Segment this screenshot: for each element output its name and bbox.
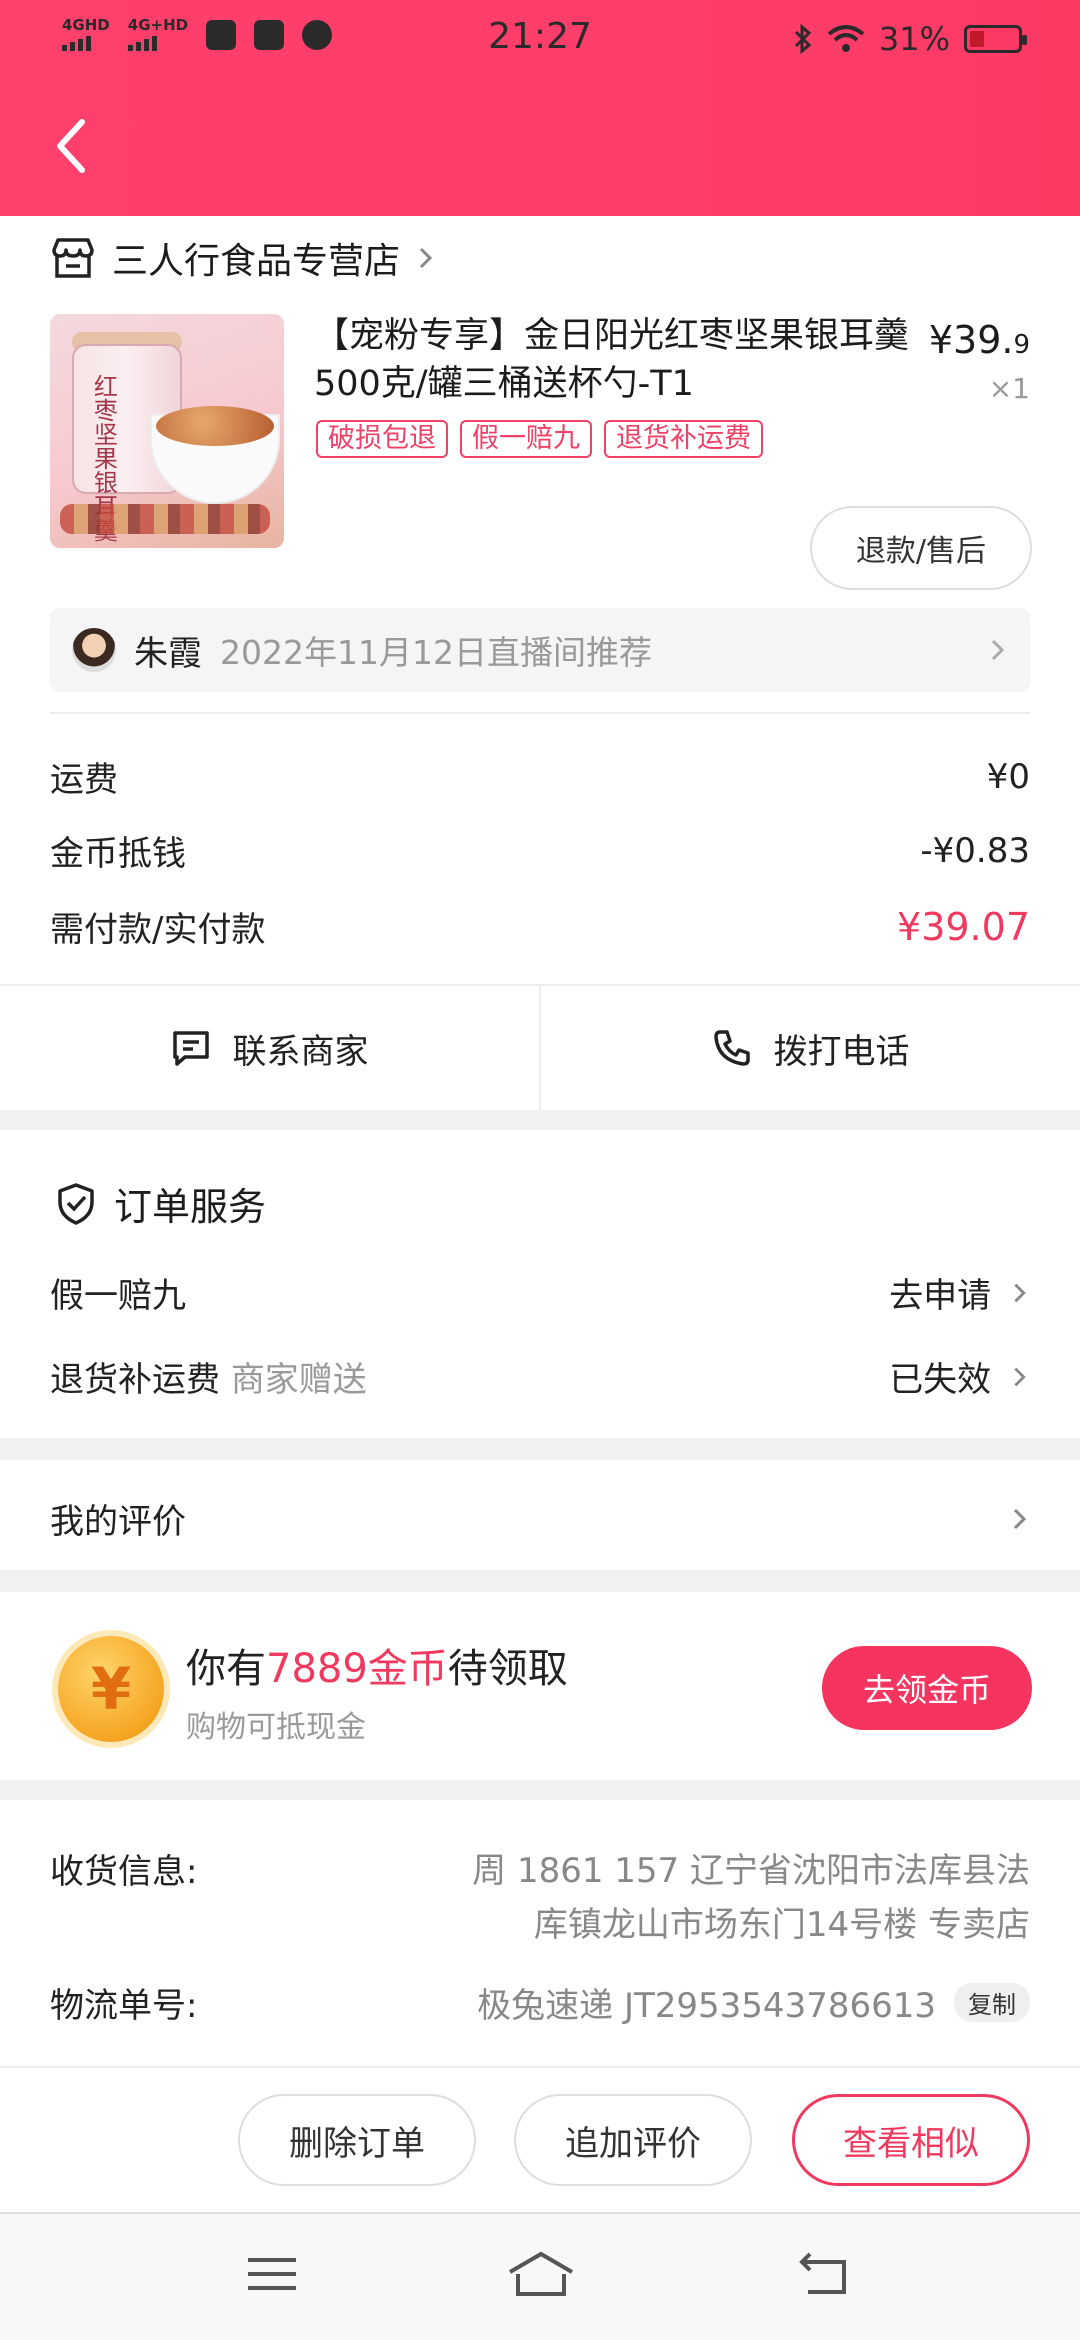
recommendation-text: 2022年11月12日直播间推荐 xyxy=(220,633,652,672)
contact-merchant-button[interactable]: 联系商家 xyxy=(0,986,539,1110)
address-line-2: 库镇龙山市场东门14号楼 专卖店 xyxy=(533,1905,1030,1945)
fee-value: -¥0.83 xyxy=(920,830,1030,871)
product-quantity: ×1 xyxy=(988,372,1030,405)
bluetooth-icon xyxy=(794,24,812,54)
delete-order-button[interactable]: 删除订单 xyxy=(238,2094,476,2186)
contact-actions: 联系商家 拨打电话 xyxy=(0,984,1080,1110)
service-row-fake[interactable]: 假一赔九 去申请 xyxy=(50,1268,1030,1317)
back-arrow-icon[interactable] xyxy=(52,116,92,176)
address-line-1: 周 1861 157 辽宁省沈阳市法库县法 xyxy=(472,1851,1030,1891)
recommendation-row[interactable]: 朱霞 2022年11月12日直播间推荐 xyxy=(50,608,1030,692)
add-review-button[interactable]: 追加评价 xyxy=(514,2094,752,2186)
store-icon xyxy=(52,238,94,278)
product-title[interactable]: 【宠粉专享】金日阳光红枣坚果银耳羹500克/罐三桶送杯勺-T1 xyxy=(314,312,914,408)
product-tags: 破损包退 假一赔九 退货补运费 xyxy=(316,420,763,458)
tag-damage-refund: 破损包退 xyxy=(316,420,448,458)
order-service-label: 订单服务 xyxy=(114,1185,267,1229)
avatar xyxy=(72,628,116,672)
tracking-number: 极兔速递 JT2953543786613 xyxy=(477,1986,936,2026)
address-label: 收货信息: xyxy=(50,1852,198,1892)
battery-icon xyxy=(964,25,1027,53)
my-review-label: 我的评价 xyxy=(50,1502,186,1542)
battery-percent: 31% xyxy=(878,20,950,58)
copy-button[interactable]: 复制 xyxy=(954,1983,1030,2022)
service-value: 去申请 xyxy=(889,1276,992,1316)
fee-label: 运费 xyxy=(50,760,118,800)
address-value: 周 1861 157 辽宁省沈阳市法库县法 库镇龙山市场东门14号楼 专卖店 xyxy=(270,1844,1030,1952)
tag-fake-compensation: 假一赔九 xyxy=(460,420,592,458)
wifi-icon xyxy=(827,25,865,52)
order-service-title: 订单服务 xyxy=(56,1176,266,1231)
service-value: 已失效 xyxy=(889,1360,992,1400)
refund-button[interactable]: 退款/售后 xyxy=(810,506,1032,590)
my-review-row[interactable]: 我的评价 xyxy=(50,1494,1030,1543)
chevron-right-icon xyxy=(1014,1367,1026,1387)
shield-check-icon xyxy=(58,1182,94,1225)
menu-icon[interactable] xyxy=(244,2250,300,2298)
chevron-right-icon xyxy=(1014,1283,1026,1303)
tag-return-shipping: 退货补运费 xyxy=(604,420,763,458)
price-main: ¥39. xyxy=(928,318,1014,362)
divider xyxy=(50,712,1030,714)
coins-title: 你有7889金币待领取 xyxy=(186,1636,568,1694)
claim-coins-button[interactable]: 去领金币 xyxy=(822,1646,1032,1730)
fee-row-total: 需付款/实付款 ¥39.07 xyxy=(50,902,1030,951)
tracking-row: 极兔速递 JT2953543786613 复制 xyxy=(477,1978,1030,2027)
fee-row-coins: 金币抵钱 -¥0.83 xyxy=(50,826,1030,875)
contact-merchant-label: 联系商家 xyxy=(232,1031,369,1072)
service-label-group: 退货补运费 商家赠送 xyxy=(50,1352,367,1401)
call-label: 拨打电话 xyxy=(773,1031,910,1072)
coin-icon: ¥ xyxy=(58,1636,164,1742)
view-similar-button[interactable]: 查看相似 xyxy=(792,2094,1030,2186)
total-paid: ¥39.07 xyxy=(897,904,1030,949)
fee-value: ¥0 xyxy=(986,756,1030,797)
service-action: 去申请 xyxy=(889,1268,1030,1317)
phone-icon xyxy=(713,1030,750,1066)
coins-subtitle: 购物可抵现金 xyxy=(186,1710,366,1745)
chevron-right-icon xyxy=(419,247,433,269)
service-action: 已失效 xyxy=(889,1352,1030,1401)
fee-row-shipping: 运费 ¥0 xyxy=(50,752,1030,801)
back-nav-icon[interactable] xyxy=(796,2250,852,2298)
chevron-right-icon xyxy=(1013,1508,1027,1529)
shop-name: 三人行食品专营店 xyxy=(112,241,401,282)
chat-icon xyxy=(172,1031,209,1066)
fee-label: 需付款/实付款 xyxy=(50,910,266,950)
status-bar: 4GHD 4G+HD 21:27 31% xyxy=(0,0,1080,80)
chevron-right-icon xyxy=(991,639,1005,661)
coins-prefix: 你有 xyxy=(186,1646,266,1692)
shop-link[interactable]: 三人行食品专营店 xyxy=(50,232,436,284)
product-price: ¥39.9 xyxy=(929,318,1030,362)
service-label: 假一赔九 xyxy=(50,1276,186,1316)
service-label: 退货补运费 xyxy=(50,1360,220,1400)
price-decimal: 9 xyxy=(1013,330,1030,360)
service-note: 商家赠送 xyxy=(230,1360,367,1400)
recommender-name: 朱霞 xyxy=(134,633,202,674)
product-image[interactable]: 红枣坚果银耳羹 xyxy=(50,314,284,548)
call-button[interactable]: 拨打电话 xyxy=(539,986,1080,1110)
coins-amount: 7889金币 xyxy=(266,1646,448,1692)
coins-suffix: 待领取 xyxy=(447,1646,568,1692)
home-icon[interactable] xyxy=(506,2250,576,2298)
service-row-return-shipping[interactable]: 退货补运费 商家赠送 已失效 xyxy=(50,1352,1030,1401)
fee-label: 金币抵钱 xyxy=(50,834,186,874)
tracking-label: 物流单号: xyxy=(50,1986,198,2026)
